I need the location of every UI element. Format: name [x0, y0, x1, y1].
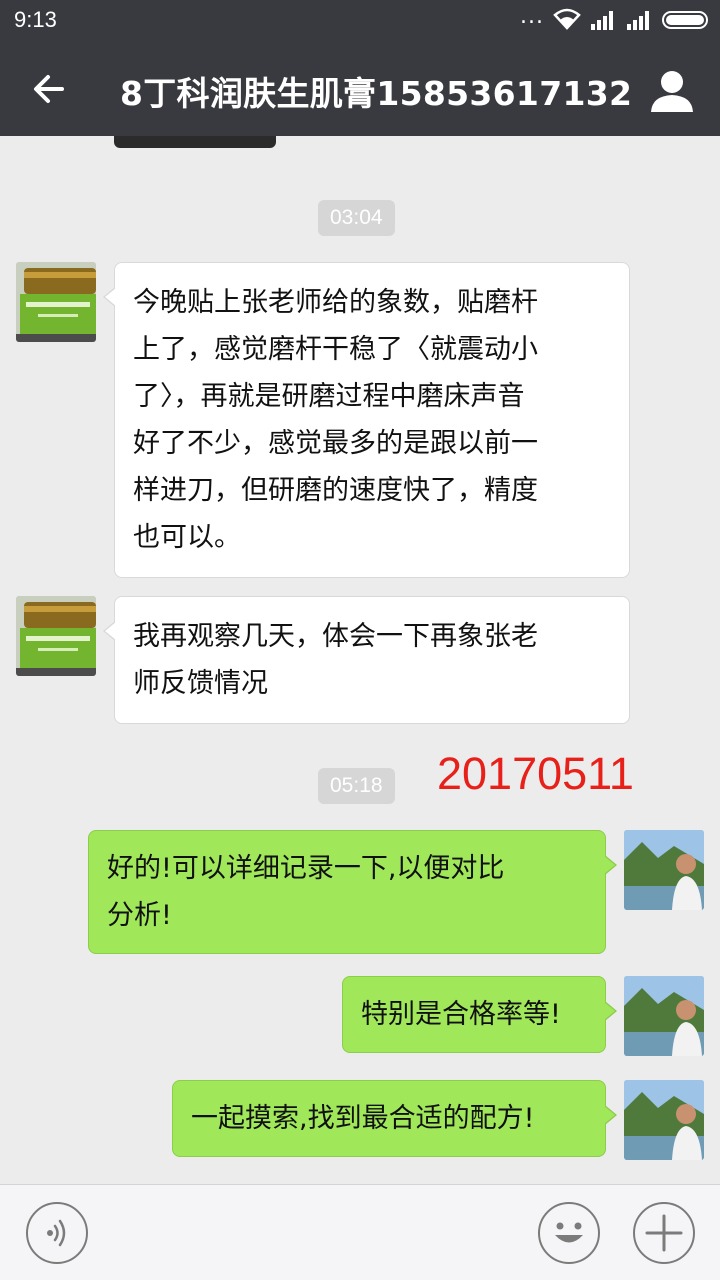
received-message-bubble[interactable]: 我再观察几天，体会一下再象张老 师反馈情况: [103, 596, 630, 724]
product-jar-image: [16, 262, 96, 342]
image-message-partial[interactable]: [114, 136, 276, 148]
sent-message-bubble[interactable]: 特别是合格率等!: [342, 976, 617, 1053]
message-line: 特别是合格率等!: [361, 999, 561, 1030]
chat-header: 8丁科润肤生肌膏15853617132: [0, 40, 720, 136]
message-line: 今晚贴上张老师给的象数，贴磨杆: [133, 287, 538, 318]
person-photo: [624, 976, 704, 1056]
more-dots-icon: ...: [520, 4, 544, 29]
timestamp: 03:04: [318, 200, 395, 236]
voice-icon: [47, 1219, 66, 1247]
voice-input-button[interactable]: [26, 1202, 88, 1264]
person-photo: [624, 1080, 704, 1160]
status-time: 9:13: [14, 7, 57, 32]
signal-icon-2: [627, 11, 649, 30]
message-line: 分析!: [107, 900, 172, 931]
message-line: 师反馈情况: [133, 668, 268, 699]
my-avatar[interactable]: [624, 1080, 704, 1160]
product-jar-image: [16, 596, 96, 676]
received-message-bubble[interactable]: 今晚贴上张老师给的象数，贴磨杆 上了，感觉磨杆干稳了〈就震动小 了〉，再就是研磨…: [103, 262, 630, 578]
message-line: 好的!可以详细记录一下,以便对比: [107, 853, 505, 884]
contact-profile-icon[interactable]: [648, 66, 696, 114]
person-photo: [624, 830, 704, 910]
contact-avatar[interactable]: [16, 262, 96, 342]
timestamp: 05:18: [318, 768, 395, 804]
back-arrow-icon[interactable]: [28, 68, 70, 110]
my-avatar[interactable]: [624, 830, 704, 910]
plus-icon: [645, 1214, 683, 1252]
smiley-icon: [555, 1222, 583, 1243]
signal-icon: [591, 11, 613, 30]
wifi-icon: [553, 8, 581, 30]
input-bar: [0, 1184, 720, 1280]
message-line: 一起摸索,找到最合适的配方!: [191, 1103, 535, 1134]
message-line: 样进刀，但研磨的速度快了，精度: [133, 475, 538, 506]
chat-area[interactable]: 03:04 今晚贴上张老师给的象数，贴磨杆 上了，感觉磨杆干稳了〈就震动小 了〉…: [0, 136, 720, 1184]
message-line: 我再观察几天，体会一下再象张老: [133, 621, 538, 652]
message-line: 上了，感觉磨杆干稳了〈就震动小: [133, 334, 538, 365]
date-annotation: 20170511: [437, 748, 634, 799]
more-options-button[interactable]: [633, 1202, 695, 1264]
sent-message-bubble[interactable]: 好的!可以详细记录一下,以便对比 分析!: [88, 830, 617, 954]
message-line: 了〉，再就是研磨过程中磨床声音: [133, 381, 525, 412]
my-avatar[interactable]: [624, 976, 704, 1056]
battery-icon: [662, 11, 708, 29]
status-bar: 9:13 ...: [0, 0, 720, 40]
emoji-button[interactable]: [538, 1202, 600, 1264]
message-line: 好了不少，感觉最多的是跟以前一: [133, 428, 538, 459]
message-line: 也可以。: [133, 522, 241, 553]
contact-avatar[interactable]: [16, 596, 96, 676]
chat-title: 8丁科润肤生肌膏15853617132: [120, 74, 633, 113]
sent-message-bubble[interactable]: 一起摸索,找到最合适的配方!: [172, 1080, 617, 1157]
